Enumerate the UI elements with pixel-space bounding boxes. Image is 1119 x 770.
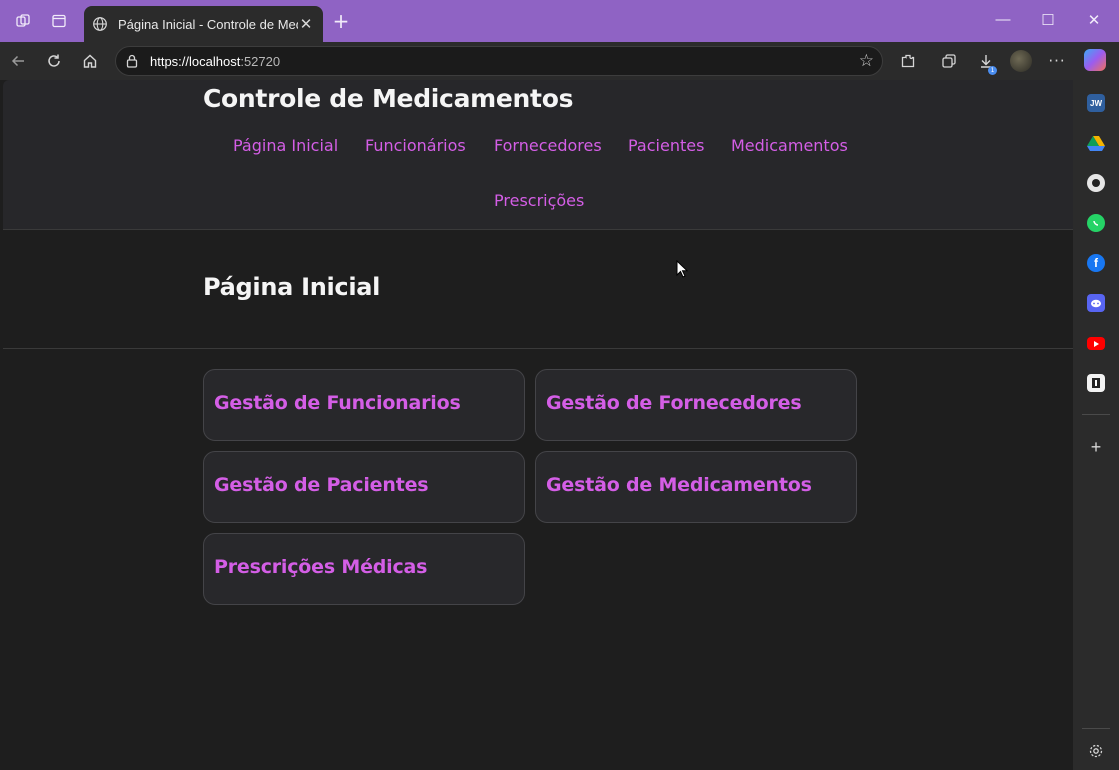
github-icon[interactable] bbox=[1087, 174, 1105, 192]
workspaces-icon[interactable] bbox=[13, 11, 33, 31]
more-options-icon[interactable]: ··· bbox=[1047, 51, 1067, 71]
minimize-button[interactable]: — bbox=[993, 11, 1013, 28]
back-icon[interactable] bbox=[8, 51, 28, 71]
browser-toolbar: https://localhost:52720 ☆ 1 ··· bbox=[0, 42, 1119, 80]
copilot-icon[interactable] bbox=[1084, 49, 1106, 71]
vertical-tabs-icon[interactable] bbox=[49, 11, 69, 31]
app-shortcut-icon[interactable] bbox=[1087, 374, 1105, 392]
new-tab-button[interactable]: + bbox=[331, 11, 351, 31]
globe-icon bbox=[93, 17, 107, 31]
site-brand[interactable]: Controle de Medicamentos bbox=[203, 84, 573, 113]
sidebar-divider bbox=[1082, 414, 1110, 415]
nav-link-funcionarios[interactable]: Funcionários bbox=[365, 136, 466, 155]
nav-link-medicamentos[interactable]: Medicamentos bbox=[731, 136, 848, 155]
card-gestao-pacientes[interactable]: Gestão de Pacientes bbox=[203, 451, 525, 523]
lock-icon[interactable] bbox=[124, 53, 140, 69]
card-label[interactable]: Gestão de Medicamentos bbox=[546, 474, 812, 496]
add-sidebar-app-icon[interactable]: + bbox=[1087, 437, 1105, 457]
nav-link-fornecedores[interactable]: Fornecedores bbox=[494, 136, 602, 155]
maximize-button[interactable]: ☐ bbox=[1038, 11, 1058, 29]
tab-title: Página Inicial - Controle de Medicamento… bbox=[118, 16, 298, 32]
jw-org-icon[interactable]: JW bbox=[1087, 94, 1105, 112]
card-gestao-funcionarios[interactable]: Gestão de Funcionarios bbox=[203, 369, 525, 441]
card-label[interactable]: Prescrições Médicas bbox=[214, 556, 427, 578]
downloads-badge: 1 bbox=[988, 66, 997, 75]
browser-sidebar: JW f + bbox=[1073, 80, 1119, 770]
card-label[interactable]: Gestão de Fornecedores bbox=[546, 392, 802, 414]
site-header: Controle de Medicamentos Página Inicial … bbox=[3, 80, 1073, 230]
page-title: Página Inicial bbox=[203, 273, 381, 301]
youtube-icon[interactable] bbox=[1087, 337, 1105, 350]
card-label[interactable]: Gestão de Pacientes bbox=[214, 474, 429, 496]
home-icon[interactable] bbox=[80, 51, 100, 71]
facebook-icon[interactable]: f bbox=[1087, 254, 1105, 272]
tab-active[interactable]: Página Inicial - Controle de Medicamento… bbox=[84, 6, 323, 42]
sidebar-divider bbox=[1082, 728, 1110, 729]
card-prescricoes-medicas[interactable]: Prescrições Médicas bbox=[203, 533, 525, 605]
url-host: https://localhost bbox=[150, 54, 241, 69]
discord-icon[interactable] bbox=[1087, 294, 1105, 312]
card-label[interactable]: Gestão de Funcionarios bbox=[214, 392, 461, 414]
profile-avatar[interactable] bbox=[1010, 50, 1032, 72]
whatsapp-icon[interactable] bbox=[1087, 214, 1105, 232]
nav-link-pacientes[interactable]: Pacientes bbox=[628, 136, 704, 155]
tab-strip: Página Inicial - Controle de Medicamento… bbox=[0, 0, 1119, 42]
close-tab-icon[interactable]: ✕ bbox=[297, 15, 315, 33]
refresh-icon[interactable] bbox=[44, 51, 64, 71]
favorite-star-icon[interactable]: ☆ bbox=[859, 51, 874, 71]
url-text[interactable]: https://localhost:52720 bbox=[150, 54, 280, 69]
collections-icon[interactable] bbox=[939, 51, 959, 71]
page-viewport: Controle de Medicamentos Página Inicial … bbox=[3, 80, 1073, 770]
address-bar[interactable]: https://localhost:52720 ☆ bbox=[115, 46, 883, 76]
nav-link-prescricoes[interactable]: Prescrições bbox=[494, 191, 584, 210]
close-window-button[interactable]: ✕ bbox=[1084, 11, 1104, 29]
card-gestao-fornecedores[interactable]: Gestão de Fornecedores bbox=[535, 369, 857, 441]
url-port: :52720 bbox=[240, 54, 281, 69]
google-drive-icon[interactable] bbox=[1087, 134, 1105, 152]
sidebar-settings-gear-icon[interactable] bbox=[1087, 742, 1105, 760]
extensions-icon[interactable] bbox=[898, 51, 918, 71]
card-gestao-medicamentos[interactable]: Gestão de Medicamentos bbox=[535, 451, 857, 523]
page-heading-section: Página Inicial bbox=[3, 231, 1073, 349]
browser-window: Página Inicial - Controle de Medicamento… bbox=[0, 0, 1119, 770]
mouse-cursor-icon bbox=[676, 260, 688, 278]
nav-link-pagina-inicial[interactable]: Página Inicial bbox=[233, 136, 338, 155]
